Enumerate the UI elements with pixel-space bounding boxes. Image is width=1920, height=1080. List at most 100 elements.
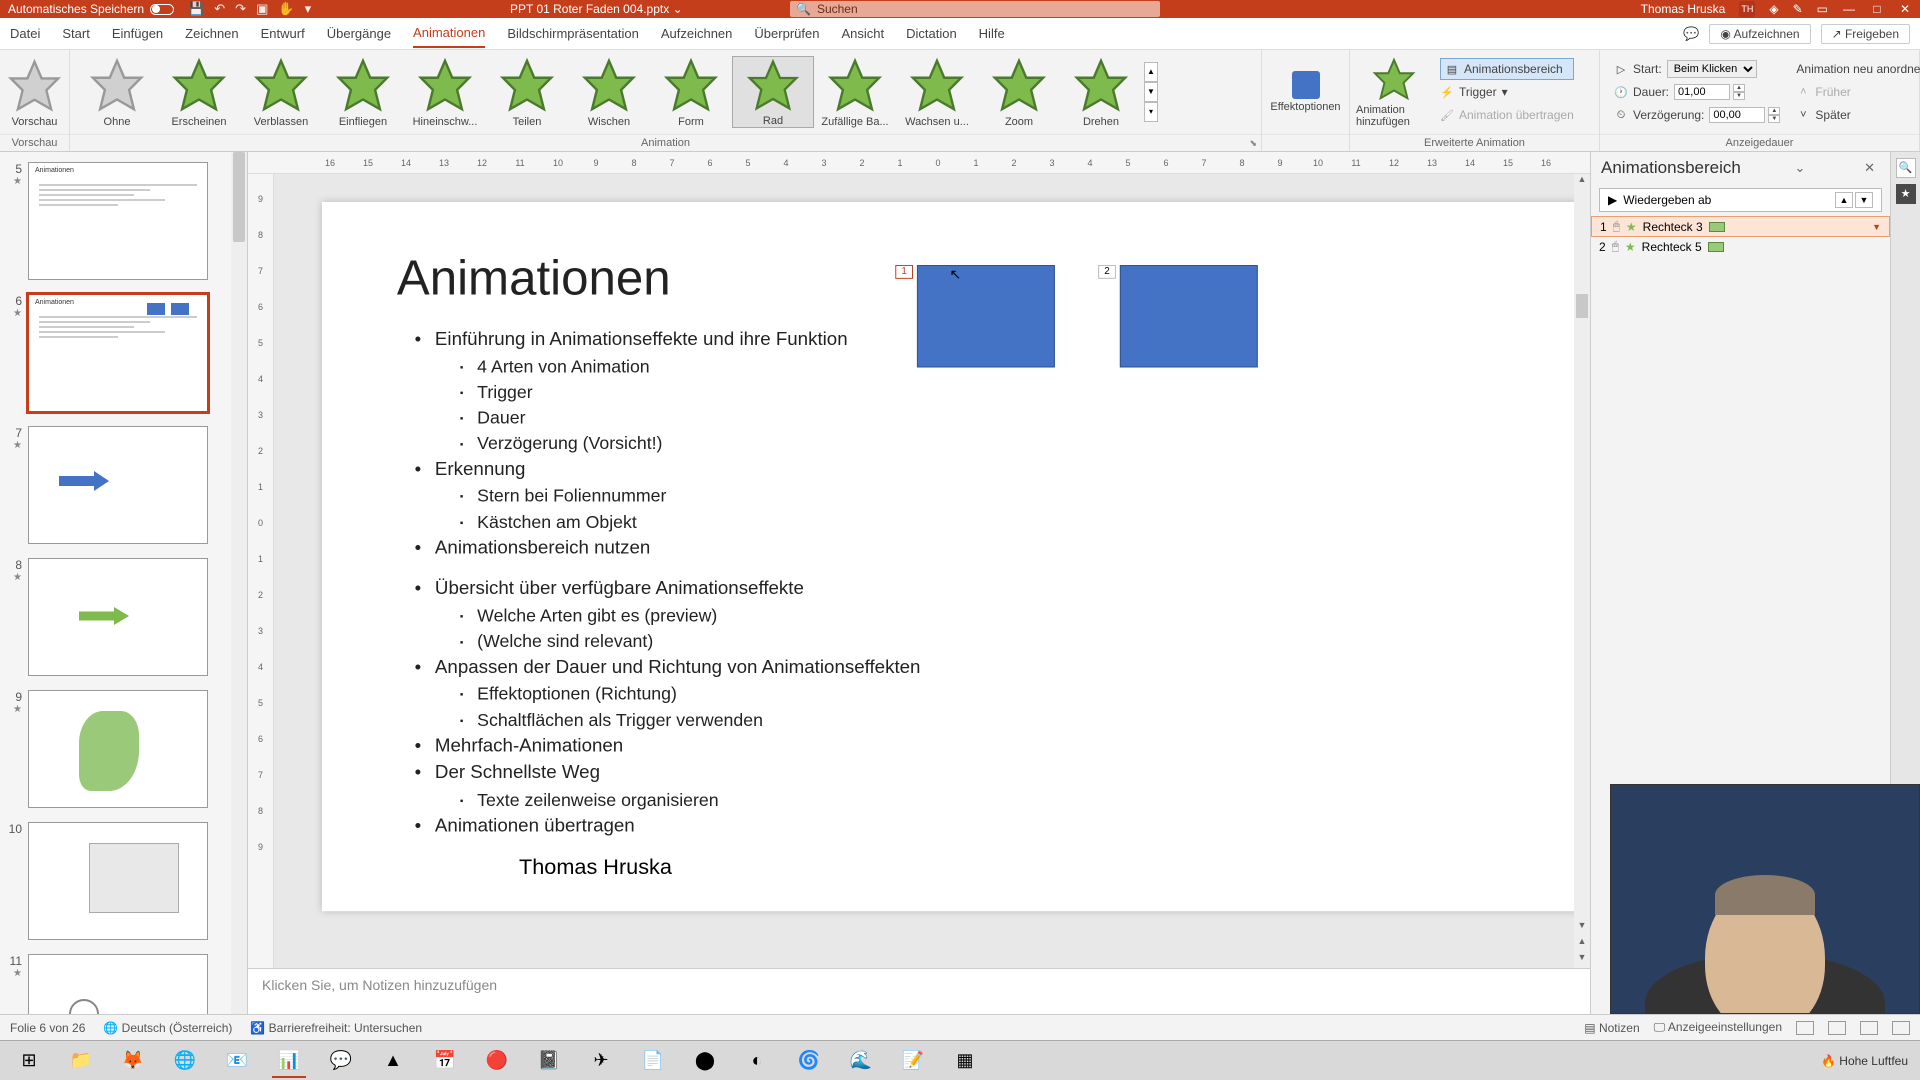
tab-zeichnen[interactable]: Zeichnen — [185, 20, 238, 47]
anim-verblassen[interactable]: Verblassen — [240, 56, 322, 128]
undo-icon[interactable]: ↶ — [214, 1, 225, 17]
explorer-icon[interactable]: 📁 — [58, 1044, 104, 1078]
close-button[interactable]: ✕ — [1898, 2, 1912, 16]
firefox-icon[interactable]: 🦊 — [110, 1044, 156, 1078]
anim-rad[interactable]: Rad — [732, 56, 814, 128]
anim-einfliegen[interactable]: Einfliegen — [322, 56, 404, 128]
slideshow-view-icon[interactable] — [1892, 1021, 1910, 1035]
normal-view-icon[interactable] — [1796, 1021, 1814, 1035]
outlook-icon[interactable]: 📧 — [214, 1044, 260, 1078]
tab-entwurf[interactable]: Entwurf — [261, 20, 305, 47]
move-earlier-button[interactable]: ˄Früher — [1796, 81, 1920, 103]
accessibility-button[interactable]: ♿ Barrierefreiheit: Untersuchen — [250, 1021, 422, 1035]
obs-icon[interactable]: ⬤ — [682, 1044, 728, 1078]
dialog-launcher-icon[interactable]: ⬊ — [1249, 138, 1257, 149]
add-animation-button[interactable]: Animation hinzufügen — [1356, 56, 1432, 128]
thumbnail-9[interactable]: 9★ — [6, 690, 239, 808]
close-pane-icon[interactable]: ✕ — [1859, 160, 1880, 176]
app6-icon[interactable]: 🌀 — [786, 1044, 832, 1078]
chevron-down-icon[interactable]: ⌄ — [1790, 160, 1811, 176]
minimize-button[interactable]: — — [1842, 2, 1856, 16]
thumbnail-10[interactable]: 10 — [6, 822, 239, 940]
weather-widget[interactable]: 🔥 Hohe Luftfeu — [1821, 1054, 1908, 1068]
thumbnail-7[interactable]: 7★ — [6, 426, 239, 544]
anim-hineinschw...[interactable]: Hineinschw... — [404, 56, 486, 128]
comments-icon[interactable]: 💬 — [1683, 26, 1699, 42]
thumbs-scrollbar[interactable] — [231, 152, 247, 1014]
tab-ueberpruefen[interactable]: Überprüfen — [754, 20, 819, 47]
anim-zufällige ba...[interactable]: Zufällige Ba... — [814, 56, 896, 128]
telegram-icon[interactable]: ✈ — [578, 1044, 624, 1078]
tab-einfuegen[interactable]: Einfügen — [112, 20, 163, 47]
sorter-view-icon[interactable] — [1828, 1021, 1846, 1035]
anim-tag-2[interactable]: 2 — [1098, 265, 1116, 279]
qat-more-icon[interactable]: ▾ — [305, 1, 312, 17]
maximize-button[interactable]: □ — [1870, 2, 1884, 16]
slide-counter[interactable]: Folie 6 von 26 — [10, 1021, 85, 1035]
effect-options-button[interactable]: Effektoptionen — [1268, 56, 1343, 128]
slide-canvas[interactable]: Animationen Einführung in Animationseffe… — [274, 174, 1590, 968]
anim-ohne[interactable]: Ohne — [76, 56, 158, 128]
anim-tag-1[interactable]: 1 — [895, 265, 913, 279]
slide-author[interactable]: Thomas Hruska — [519, 854, 672, 880]
language-button[interactable]: 🌐 Deutsch (Österreich) — [103, 1021, 232, 1035]
anim-zoom[interactable]: Zoom — [978, 56, 1060, 128]
tab-aufzeichnen[interactable]: Aufzeichnen — [661, 20, 733, 47]
animation-painter-button[interactable]: 🖌Animation übertragen — [1440, 104, 1574, 126]
pen-icon[interactable]: ✎ — [1793, 2, 1803, 16]
powerpoint-icon[interactable]: 📊 — [266, 1044, 312, 1078]
anim-form[interactable]: Form — [650, 56, 732, 128]
tab-uebergaenge[interactable]: Übergänge — [327, 20, 391, 47]
tab-bildschirm[interactable]: Bildschirmpräsentation — [507, 20, 639, 47]
slide[interactable]: Animationen Einführung in Animationseffe… — [322, 202, 1583, 911]
edge-icon[interactable]: 🌊 — [838, 1044, 884, 1078]
duration-input[interactable] — [1674, 84, 1730, 100]
share-button[interactable]: ↗ Freigeben — [1821, 24, 1910, 44]
diamond-icon[interactable]: ◈ — [1769, 2, 1778, 16]
notes-button[interactable]: ▤ Notizen — [1584, 1021, 1639, 1035]
play-from-button[interactable]: ▶ Wiedergeben ab ▲▼ — [1599, 188, 1882, 212]
gutter-search-icon[interactable]: 🔍 — [1896, 158, 1916, 178]
app-icon[interactable]: 💬 — [318, 1044, 364, 1078]
tab-animationen[interactable]: Animationen — [413, 19, 485, 48]
app7-icon[interactable]: 📝 — [890, 1044, 936, 1078]
trigger-button[interactable]: ⚡Trigger ▾ — [1440, 81, 1574, 103]
start-select[interactable]: Beim Klicken — [1667, 60, 1757, 78]
tab-datei[interactable]: Datei — [10, 20, 40, 47]
animpane-item-2[interactable]: 2🖱★Rechteck 5 — [1591, 237, 1890, 256]
anim-teilen[interactable]: Teilen — [486, 56, 568, 128]
user-name[interactable]: Thomas Hruska — [1641, 2, 1726, 16]
notes-pane[interactable]: Klicken Sie, um Notizen hinzuzufügen — [248, 968, 1590, 1014]
record-button[interactable]: ◉ Aufzeichnen — [1709, 24, 1810, 44]
tab-hilfe[interactable]: Hilfe — [979, 20, 1005, 47]
tab-start[interactable]: Start — [62, 20, 89, 47]
thumbnail-11[interactable]: 11★♡ — [6, 954, 239, 1014]
thumbnail-6[interactable]: 6★Animationen — [6, 294, 239, 412]
vlc-icon[interactable]: ▲ — [370, 1044, 416, 1078]
avatar[interactable]: TH — [1739, 1, 1755, 17]
app2-icon[interactable]: 📅 — [422, 1044, 468, 1078]
anim-drehen[interactable]: Drehen — [1060, 56, 1142, 128]
present-icon[interactable]: ▣ — [256, 1, 268, 17]
window-icon[interactable]: ▭ — [1817, 2, 1828, 16]
move-down-icon[interactable]: ▼ — [1855, 192, 1873, 208]
move-later-button[interactable]: ˅Später — [1796, 104, 1920, 126]
app8-icon[interactable]: ▦ — [942, 1044, 988, 1078]
animpane-item-1[interactable]: 1🖱★Rechteck 3▼ — [1591, 216, 1890, 237]
anim-wischen[interactable]: Wischen — [568, 56, 650, 128]
editor-scrollbar[interactable]: ▲ ▼ ▲ ▼ — [1574, 174, 1590, 968]
autosave-toggle[interactable]: Automatisches Speichern — [8, 2, 174, 16]
touch-icon[interactable]: ✋ — [278, 1, 294, 17]
thumbnail-5[interactable]: 5★Animationen — [6, 162, 239, 280]
thumbnail-8[interactable]: 8★ — [6, 558, 239, 676]
preview-button[interactable]: Vorschau — [6, 56, 63, 128]
save-icon[interactable]: 💾 — [188, 1, 204, 17]
anim-erscheinen[interactable]: Erscheinen — [158, 56, 240, 128]
chrome-icon[interactable]: 🌐 — [162, 1044, 208, 1078]
onenote-icon[interactable]: 📓 — [526, 1044, 572, 1078]
display-settings-button[interactable]: 🖵 Anzeigeeinstellungen — [1654, 1020, 1782, 1035]
reading-view-icon[interactable] — [1860, 1021, 1878, 1035]
search-box[interactable]: 🔍 Suchen — [790, 1, 1160, 17]
app3-icon[interactable]: 🔴 — [474, 1044, 520, 1078]
redo-icon[interactable]: ↷ — [235, 1, 246, 17]
